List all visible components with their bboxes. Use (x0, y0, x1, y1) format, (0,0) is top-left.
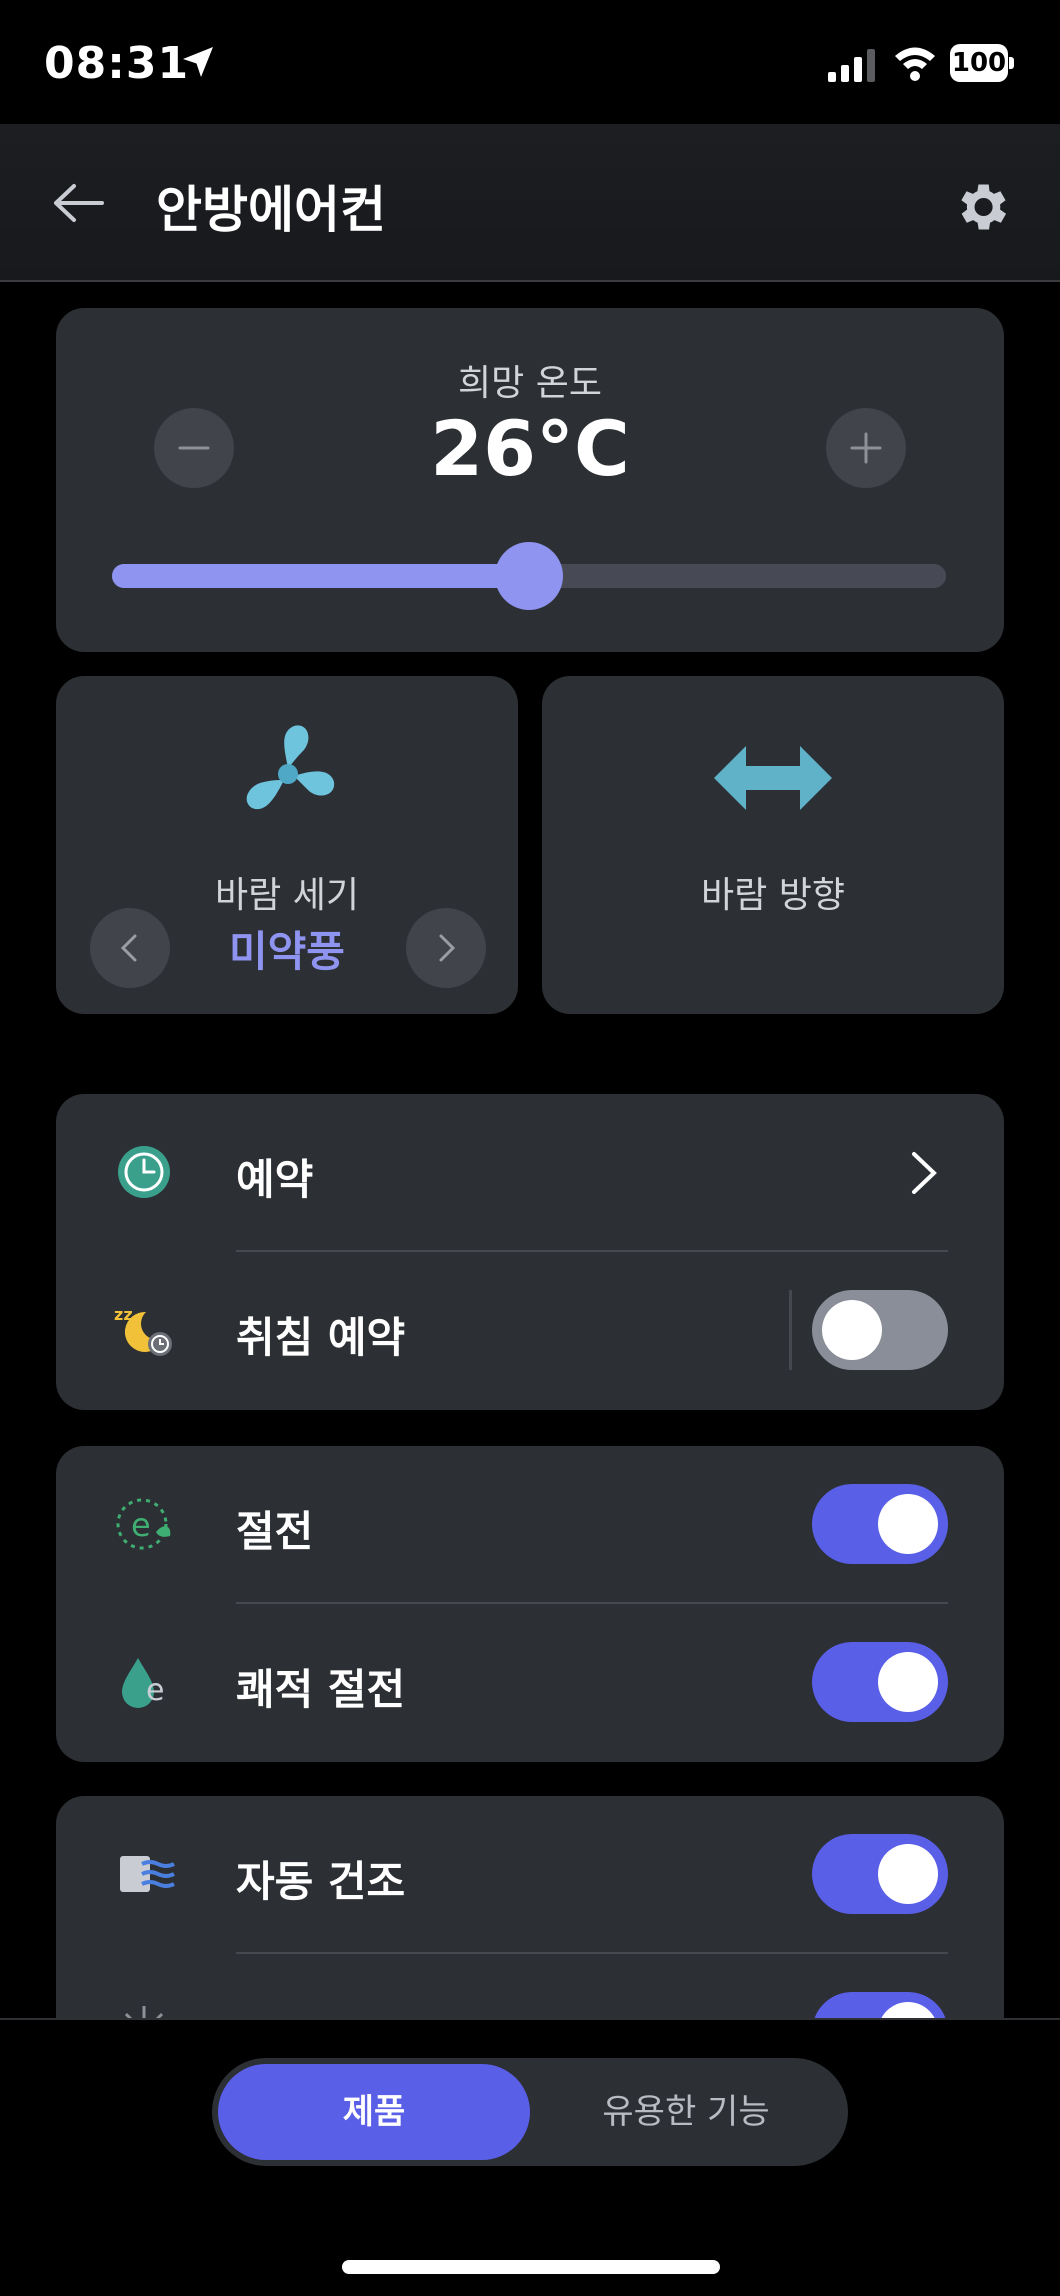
eco-saving-icon: e (116, 1498, 171, 1550)
wind-direction-label: 바람 방향 (701, 875, 845, 916)
comfort-saving-row: e 쾌적 절전 (56, 1604, 1004, 1762)
wind-strength-next-button[interactable] (406, 908, 486, 988)
home-indicator (342, 2260, 720, 2274)
chevron-right-icon (439, 934, 456, 962)
power-saving-row: e 절전 (56, 1446, 1004, 1604)
comfort-saving-label: 쾌적 절전 (236, 1665, 406, 1714)
sleep-reservation-label: 취침 예약 (236, 1313, 406, 1362)
tab-products[interactable]: 제품 (218, 2064, 530, 2160)
wifi-icon (895, 47, 935, 81)
chevron-left-icon (120, 934, 137, 962)
location-arrow-icon (183, 47, 213, 77)
plus-icon (850, 432, 882, 464)
bottom-navigation: 제품 유용한 기능 (0, 2018, 1060, 2296)
schedule-card: 예약 zz 취침 예약 (56, 1094, 1004, 1410)
gear-icon[interactable] (950, 176, 1012, 238)
power-saving-card: e 절전 e 쾌적 절전 (56, 1446, 1004, 1762)
wind-direction-card[interactable]: 바람 방향 (542, 676, 1004, 1014)
temperature-card: 희망 온도 26°C (56, 308, 1004, 652)
status-bar: 08:31 100 (0, 0, 1060, 124)
svg-text:e: e (146, 1673, 164, 1708)
temperature-slider-thumb[interactable] (495, 542, 563, 610)
temperature-label: 희망 온도 (458, 363, 602, 404)
comfort-saving-toggle[interactable] (812, 1642, 948, 1722)
status-time: 08:31 (44, 38, 190, 89)
power-saving-toggle[interactable] (812, 1484, 948, 1564)
chevron-right-icon (912, 1152, 937, 1194)
battery-indicator: 100 (950, 44, 1014, 82)
decrease-temperature-button[interactable] (154, 408, 234, 488)
wind-strength-card: 바람 세기 미약풍 (56, 676, 518, 1014)
segmented-control: 제품 유용한 기능 (212, 2058, 848, 2166)
fan-icon (246, 725, 335, 810)
cellular-signal-icon (828, 49, 875, 82)
sleep-reservation-row: zz 취침 예약 (56, 1252, 1004, 1410)
auto-dry-label: 자동 건조 (236, 1857, 406, 1906)
header: 안방에어컨 (0, 124, 1060, 282)
increase-temperature-button[interactable] (826, 408, 906, 488)
separator (789, 1290, 792, 1370)
minus-icon (178, 446, 210, 450)
auto-dry-row: 자동 건조 (56, 1796, 1004, 1954)
reservation-row[interactable]: 예약 (56, 1094, 1004, 1252)
auto-dry-toggle[interactable] (812, 1834, 948, 1914)
left-right-arrow-icon (714, 746, 832, 810)
water-drop-eco-icon: e (122, 1658, 164, 1708)
sleep-reservation-toggle[interactable] (812, 1290, 948, 1370)
reservation-label: 예약 (236, 1155, 314, 1204)
temperature-slider-fill (112, 564, 529, 588)
sleep-moon-icon: zz (114, 1305, 172, 1356)
clock-icon (118, 1146, 170, 1198)
temperature-slider[interactable] (112, 542, 946, 610)
wind-strength-prev-button[interactable] (90, 908, 170, 988)
power-saving-label: 절전 (236, 1507, 314, 1556)
tab-useful-features[interactable]: 유용한 기능 (530, 2064, 842, 2160)
svg-text:e: e (131, 1506, 151, 1544)
page-title: 안방에어컨 (156, 181, 386, 239)
back-arrow-icon[interactable] (48, 176, 108, 230)
battery-level: 100 (950, 44, 1008, 82)
auto-dry-icon (120, 1856, 175, 1892)
